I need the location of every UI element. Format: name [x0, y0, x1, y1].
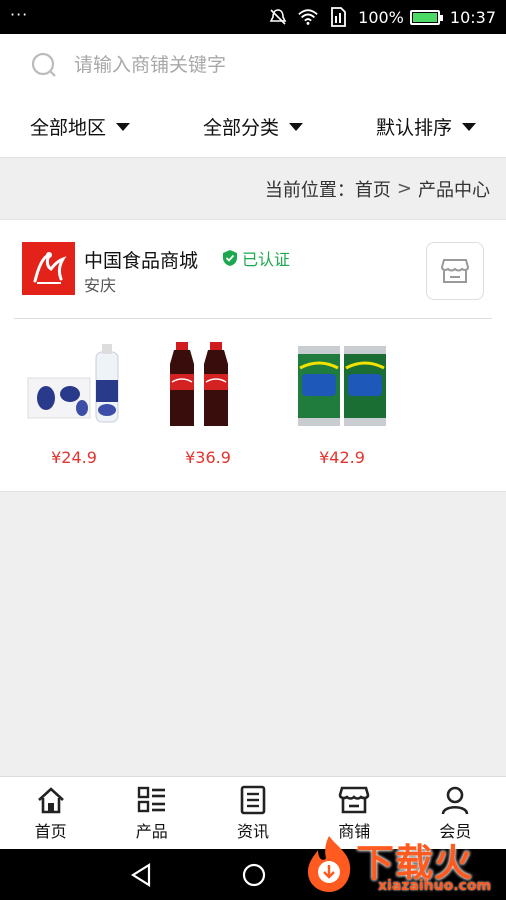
product-image-sprite — [298, 346, 386, 426]
battery-indicator: 100% — [358, 7, 443, 27]
product-image-cola — [170, 342, 228, 426]
home-icon — [37, 787, 64, 814]
shop-card[interactable]: 中国食品商城 已认证 安庆 ¥24.9 ¥36.9 ¥42.9 — [0, 220, 506, 492]
nav-products[interactable]: 产品 — [101, 777, 202, 849]
menu-dots-icon: ··· — [10, 4, 29, 24]
search-icon — [31, 52, 56, 77]
user-icon — [442, 786, 469, 815]
nav-products-label: 产品 — [135, 822, 168, 841]
product-price: ¥36.9 — [185, 448, 231, 467]
product-price: ¥24.9 — [51, 448, 97, 467]
product-list: ¥24.9 ¥36.9 ¥42.9 — [0, 338, 402, 467]
enter-shop-button[interactable] — [426, 242, 484, 300]
clock: 10:37 — [449, 7, 496, 27]
status-bar: ··· 100% 10:37 — [0, 0, 506, 34]
list-icon — [137, 786, 165, 813]
filter-category[interactable]: 全部分类 — [203, 113, 303, 140]
shop-logo — [22, 242, 75, 295]
shop-name[interactable]: 中国食品商城 — [84, 246, 198, 273]
product-image-water — [27, 344, 119, 423]
battery-icon — [409, 9, 443, 25]
store-icon — [338, 786, 370, 814]
watermark-sub: xiazaihuo.com — [378, 878, 492, 894]
caret-down-icon — [461, 122, 476, 131]
filter-sort-label: 默认排序 — [375, 117, 452, 139]
search-bar — [0, 34, 506, 96]
shop-city: 安庆 — [84, 276, 117, 295]
home-button-icon[interactable] — [240, 861, 268, 889]
nav-news-label: 资讯 — [237, 822, 270, 841]
product-item[interactable]: ¥36.9 — [148, 338, 268, 467]
filter-region-label: 全部地区 — [30, 117, 107, 139]
product-item[interactable]: ¥24.9 — [14, 338, 134, 467]
back-icon[interactable] — [127, 861, 155, 889]
verified-label: 已认证 — [242, 250, 291, 269]
wifi-icon — [298, 7, 318, 27]
divider — [14, 318, 492, 319]
breadcrumb-current: 产品中心 — [418, 179, 490, 201]
flame-logo-icon — [308, 836, 351, 892]
nav-home[interactable]: 首页 — [0, 777, 101, 849]
watermark: 下载火 xiazaihuo.com — [296, 826, 506, 900]
product-item[interactable]: ¥42.9 — [282, 338, 402, 467]
search-input[interactable] — [74, 54, 454, 76]
caret-down-icon — [116, 122, 131, 131]
filter-sort[interactable]: 默认排序 — [376, 113, 476, 140]
battery-percent: 100% — [358, 7, 404, 27]
breadcrumb-separator: > — [396, 178, 412, 199]
nav-home-label: 首页 — [34, 822, 67, 841]
shield-check-icon — [223, 250, 237, 266]
store-icon — [440, 259, 470, 283]
shop-header[interactable]: 中国食品商城 已认证 安庆 — [0, 220, 506, 318]
product-price: ¥42.9 — [319, 448, 365, 467]
nav-news[interactable]: 资讯 — [202, 777, 303, 849]
mute-icon — [268, 7, 288, 27]
breadcrumb: 当前位置： 首页 > 产品中心 — [0, 158, 506, 220]
filter-region[interactable]: 全部地区 — [30, 113, 131, 140]
verified-badge: 已认证 — [222, 246, 290, 270]
caret-down-icon — [289, 122, 303, 131]
filter-bar: 全部地区 全部分类 默认排序 — [0, 96, 506, 158]
sim-icon — [328, 7, 348, 27]
breadcrumb-prefix: 当前位置： — [264, 179, 355, 201]
filter-category-label: 全部分类 — [202, 117, 279, 139]
breadcrumb-home[interactable]: 首页 — [355, 176, 391, 202]
news-icon — [240, 785, 266, 815]
